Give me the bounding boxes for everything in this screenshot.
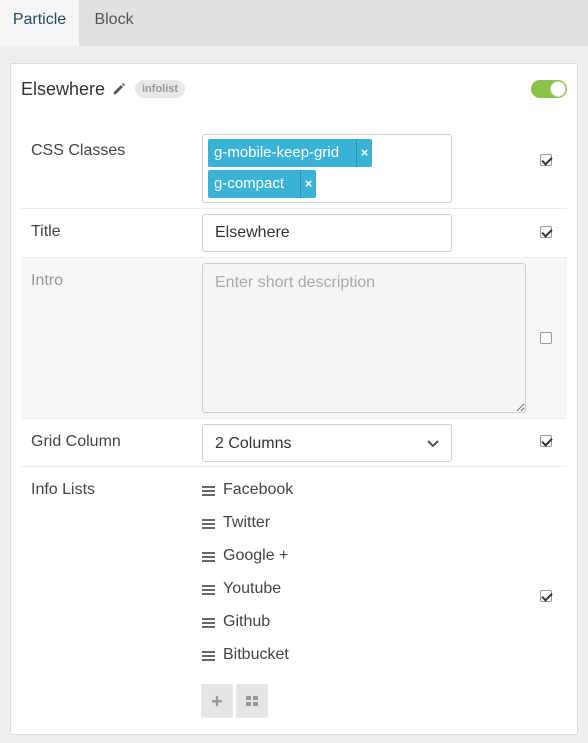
plus-icon — [212, 696, 222, 706]
toggle-knob — [550, 81, 566, 97]
grid-icon — [246, 696, 258, 706]
css-classes-override-checkbox[interactable] — [540, 154, 552, 166]
grid-column-select[interactable]: 2 Columns — [202, 424, 452, 462]
css-classes-label: CSS Classes — [31, 142, 126, 159]
card-header: Elsewhere infolist — [11, 64, 577, 114]
tab-bar: Particle Block — [0, 0, 588, 46]
css-classes-input[interactable]: g-mobile-keep-grid × g-compact × — [202, 134, 452, 203]
drag-handle-icon[interactable] — [202, 518, 215, 530]
list-item-label: Github — [223, 613, 271, 630]
tag-label: g-compact — [214, 175, 285, 192]
chevron-down-icon — [427, 440, 439, 448]
list-item-label: Twitter — [223, 514, 271, 531]
list-item-label: Youtube — [223, 580, 282, 597]
close-icon[interactable]: × — [356, 139, 372, 167]
title-label: Title — [31, 223, 61, 240]
grid-column-value: 2 Columns — [215, 435, 292, 452]
drag-handle-icon[interactable] — [202, 617, 215, 629]
grid-view-button[interactable] — [236, 684, 268, 718]
drag-handle-icon[interactable] — [202, 584, 215, 596]
particle-settings-card: Elsewhere infolist CSS Classes g-mobile-… — [10, 63, 578, 735]
tag-g-mobile-keep-grid[interactable]: g-mobile-keep-grid × — [208, 139, 372, 167]
tab-particle[interactable]: Particle — [0, 0, 79, 46]
pencil-icon[interactable] — [112, 82, 126, 96]
drag-handle-icon[interactable] — [202, 485, 215, 497]
particle-type-badge: infolist — [135, 80, 186, 98]
intro-textarea[interactable] — [202, 263, 526, 413]
add-item-button[interactable] — [201, 684, 233, 718]
enabled-toggle[interactable] — [531, 80, 567, 98]
title-input[interactable] — [202, 214, 452, 252]
list-item-label: Facebook — [223, 481, 294, 498]
list-item-label: Bitbucket — [223, 646, 289, 663]
info-lists-label: Info Lists — [31, 481, 96, 498]
info-lists-override-checkbox[interactable] — [540, 590, 552, 602]
tab-block[interactable]: Block — [79, 0, 149, 46]
grid-column-label: Grid Column — [31, 433, 121, 450]
list-item-label: Google + — [223, 547, 289, 564]
title-override-checkbox[interactable] — [540, 226, 552, 238]
intro-override-checkbox[interactable] — [540, 332, 552, 344]
row-info-lists: Info Lists — [21, 467, 567, 732]
drag-handle-icon[interactable] — [202, 551, 215, 563]
tag-g-compact[interactable]: g-compact × — [208, 170, 316, 198]
drag-handle-icon[interactable] — [202, 650, 215, 662]
tag-label: g-mobile-keep-grid — [214, 144, 340, 161]
close-icon[interactable]: × — [300, 170, 316, 198]
intro-label: Intro — [31, 272, 64, 289]
grid-column-override-checkbox[interactable] — [540, 435, 552, 447]
particle-title: Elsewhere — [21, 79, 106, 99]
